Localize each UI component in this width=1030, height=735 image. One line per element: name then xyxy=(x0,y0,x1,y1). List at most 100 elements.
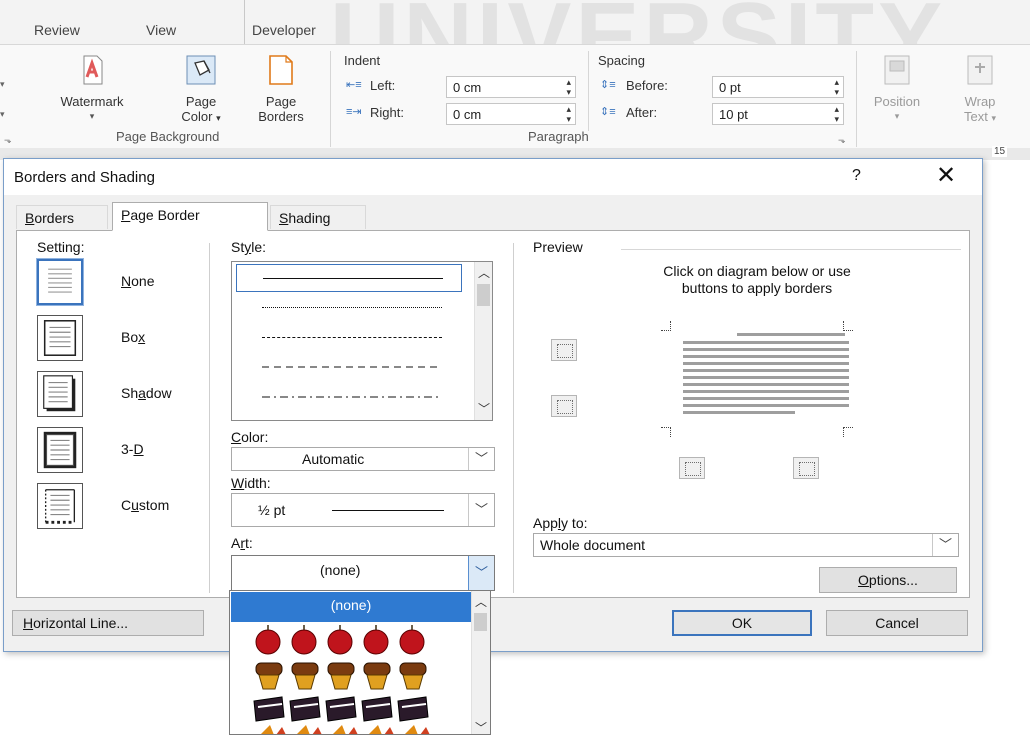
tab-page-border[interactable]: Page Border xyxy=(112,202,268,231)
indent-left-icon: ⇤≡ xyxy=(346,79,362,91)
label-part: dow xyxy=(145,385,172,401)
width-label: Width: xyxy=(231,475,271,491)
style-item-dash-dot[interactable] xyxy=(236,384,462,412)
setting-none-label: None xyxy=(121,273,154,289)
spin-arrows-icon[interactable]: ▴ ▾ xyxy=(566,104,571,124)
spin-arrows-icon[interactable]: ▴ ▾ xyxy=(566,77,571,97)
tab-label-accel: P xyxy=(121,207,131,223)
setting-custom[interactable]: Custom xyxy=(37,483,207,533)
art-option-cupcakes[interactable] xyxy=(250,659,450,691)
spacing-before-label: Before: xyxy=(626,78,668,93)
corner-mark xyxy=(661,321,671,331)
indent-right-value: 0 cm xyxy=(453,107,482,122)
width-dropdown[interactable]: ½ pt ﹀ xyxy=(231,493,495,527)
indent-label: Indent xyxy=(344,53,381,68)
spacing-after-label: After: xyxy=(626,105,658,120)
chevron-down-icon[interactable]: ﹀ xyxy=(468,494,494,526)
setting-none[interactable]: None xyxy=(36,258,207,309)
scroll-up-icon[interactable]: ︿ xyxy=(475,264,493,282)
watermark-button[interactable]: Watermark ▾ xyxy=(52,53,132,124)
spacing-label: Spacing xyxy=(598,53,645,68)
chevron-down-icon[interactable]: ﹀ xyxy=(468,448,494,470)
watermark-icon xyxy=(83,55,103,85)
scrollbar-thumb[interactable] xyxy=(474,613,487,631)
art-option-candy[interactable] xyxy=(250,723,450,734)
setting-shadow[interactable]: Shadow xyxy=(37,371,207,421)
setting-label: Setting: xyxy=(37,239,85,255)
scrollbar-thumb[interactable] xyxy=(477,284,490,306)
page-borders-button[interactable]: Page Borders xyxy=(244,53,318,124)
ok-button[interactable]: OK xyxy=(672,610,812,636)
position-button[interactable]: Position ▾ xyxy=(864,53,930,124)
preview-text-line xyxy=(737,333,845,336)
label-part: stom xyxy=(138,497,170,513)
wrap-text-icon xyxy=(967,55,993,85)
preview-diagram[interactable] xyxy=(657,321,857,441)
group-separator xyxy=(330,51,331,147)
tab-shading[interactable]: Shading xyxy=(270,205,366,229)
label-accel: N xyxy=(121,273,132,289)
label-part: ptions... xyxy=(868,572,918,588)
chevron-down-icon[interactable]: ﹀ xyxy=(468,556,494,590)
spin-arrows-icon[interactable]: ▴ ▾ xyxy=(834,77,839,97)
art-option-cakes[interactable] xyxy=(250,691,450,723)
setting-box[interactable]: Box xyxy=(37,315,207,365)
color-dropdown[interactable]: Automatic ﹀ xyxy=(231,447,495,471)
style-scrollbar[interactable]: ︿ ﹀ xyxy=(474,262,492,420)
apply-to-dropdown[interactable]: Whole document ﹀ xyxy=(533,533,959,557)
indent-right-spinner[interactable]: 0 cm ▴ ▾ xyxy=(446,103,576,125)
art-dropdown-list[interactable]: (none) ︿ ﹀ xyxy=(229,590,491,735)
style-listbox[interactable]: ︿ ﹀ xyxy=(231,261,493,421)
spin-arrows-icon[interactable]: ▴ ▾ xyxy=(834,104,839,124)
label-accel: H xyxy=(23,615,34,631)
position-icon xyxy=(884,55,910,85)
art-dropdown[interactable]: (none) ﹀ xyxy=(231,555,495,591)
preview-label: Preview xyxy=(533,239,583,255)
setting-3d[interactable]: 3-D xyxy=(37,427,207,477)
label-part: 3- xyxy=(121,441,134,457)
help-button[interactable]: ? xyxy=(852,167,861,185)
top-border-button[interactable] xyxy=(551,339,577,361)
chevron-down-icon[interactable]: ﹀ xyxy=(932,534,958,556)
collapsed-dropdown-arrow-icon[interactable]: ▾ xyxy=(0,109,5,120)
left-border-button[interactable] xyxy=(679,457,705,479)
ribbon-tab-view[interactable]: View xyxy=(146,22,176,38)
page-color-button[interactable]: Page Color ▾ xyxy=(166,53,236,126)
style-item-solid[interactable] xyxy=(236,264,462,292)
watermark-label: Watermark xyxy=(60,94,124,109)
preview-text-line xyxy=(683,369,849,372)
style-item-dashed-small[interactable] xyxy=(236,324,462,352)
style-item-dotted[interactable] xyxy=(236,294,462,322)
horizontal-line-button[interactable]: Horizontal Line... xyxy=(12,610,204,636)
spacing-before-icon: ⇕≡ xyxy=(600,79,616,91)
ribbon-tab-developer[interactable]: Developer xyxy=(252,22,316,38)
preview-text-line xyxy=(683,411,795,414)
paragraph-launcher-icon[interactable]: ⬎ xyxy=(838,135,846,146)
indent-left-spinner[interactable]: 0 cm ▴ ▾ xyxy=(446,76,576,98)
collapsed-dropdown-arrow-icon[interactable]: ▾ xyxy=(0,79,5,90)
art-option-none[interactable]: (none) xyxy=(231,592,471,622)
close-button[interactable]: ✕ xyxy=(928,161,964,190)
scroll-down-icon[interactable]: ﹀ xyxy=(475,400,493,418)
right-border-button[interactable] xyxy=(793,457,819,479)
label-part: olor: xyxy=(241,429,269,445)
cancel-button[interactable]: Cancel xyxy=(826,610,968,636)
column-separator xyxy=(513,243,514,593)
scroll-up-icon[interactable]: ︿ xyxy=(472,593,490,611)
art-list-scrollbar[interactable]: ︿ ﹀ xyxy=(471,591,490,734)
group-launcher-icon[interactable]: ⬎ xyxy=(4,135,12,146)
spacing-before-spinner[interactable]: 0 pt ▴ ▾ xyxy=(712,76,844,98)
style-item-dashed[interactable] xyxy=(236,354,462,382)
wrap-text-button[interactable]: Wrap Text ▾ xyxy=(950,53,1010,126)
corner-mark xyxy=(843,321,853,331)
bottom-border-button[interactable] xyxy=(551,395,577,417)
label-part: le: xyxy=(251,239,267,255)
tab-label-accel: S xyxy=(279,210,289,226)
preview-text-line xyxy=(683,390,849,393)
options-button[interactable]: Options... xyxy=(819,567,957,593)
scroll-down-icon[interactable]: ﹀ xyxy=(472,719,490,734)
spacing-after-spinner[interactable]: 10 pt ▴ ▾ xyxy=(712,103,844,125)
tab-borders[interactable]: Borders xyxy=(16,205,108,229)
art-option-apples[interactable] xyxy=(250,625,450,657)
ribbon-tab-review[interactable]: Review xyxy=(34,22,80,38)
